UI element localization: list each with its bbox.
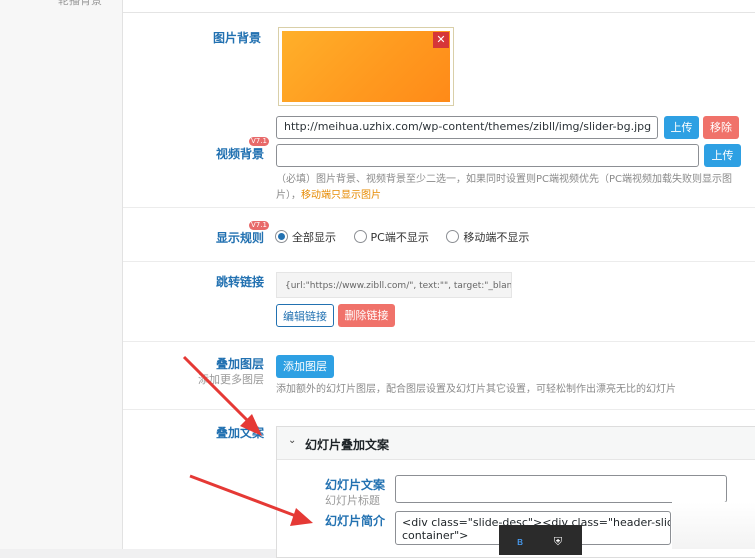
- arrow-line: [189, 474, 297, 518]
- arrow-line: [182, 355, 252, 425]
- shield-icon[interactable]: ⛨: [551, 535, 565, 549]
- arrow-head: [290, 508, 313, 526]
- taskbar: ʙ ⛨: [499, 525, 582, 555]
- blurred-overlay: [672, 502, 755, 549]
- annotation-arrows: [182, 355, 313, 526]
- bluetooth-icon[interactable]: ʙ: [513, 535, 527, 549]
